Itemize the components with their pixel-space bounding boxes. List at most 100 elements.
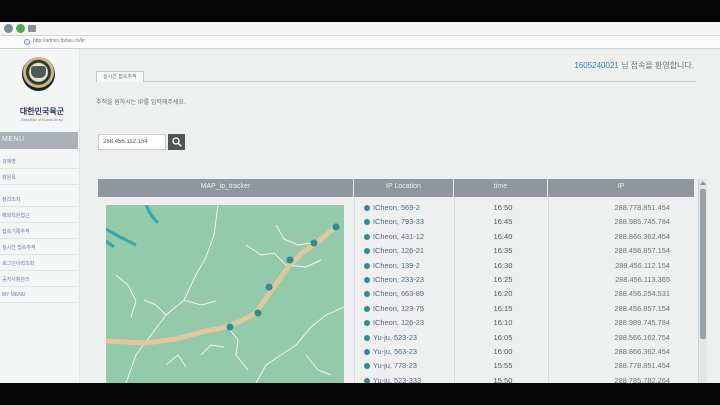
sidebar-item[interactable]: 공지사항관리 bbox=[0, 271, 78, 287]
time-cell: 16:30 bbox=[493, 260, 513, 270]
location-cell[interactable]: ICheon, 233-23 bbox=[364, 273, 454, 287]
ip-cell: 288.866.362.454 bbox=[614, 231, 670, 241]
time-cell: 15:50 bbox=[493, 375, 513, 383]
sidebar: 대한민국육군 Republic of Korea Army MENU 과제명 회… bbox=[0, 49, 80, 383]
map-marker-icon[interactable] bbox=[286, 256, 294, 264]
sidebar-item[interactable]: 정리조치 bbox=[0, 191, 78, 207]
location-cell[interactable]: ICheon, 126-21 bbox=[364, 244, 454, 258]
sidebar-item[interactable]: 회원목 bbox=[0, 169, 78, 185]
location-dot-icon bbox=[364, 248, 370, 255]
table-header: MAP_ip_tracker IP Location time IP bbox=[98, 179, 694, 197]
location-text: Yu-ju, 563-23 bbox=[373, 346, 417, 356]
time-cell: 16:40 bbox=[493, 231, 513, 241]
forward-icon[interactable] bbox=[16, 24, 25, 33]
map-marker-icon[interactable] bbox=[254, 309, 262, 317]
location-dot-icon bbox=[364, 262, 370, 269]
welcome-text: 님 접속을 환영합니다. bbox=[618, 61, 694, 70]
url-text[interactable]: http://admin.fbdas.co/kr bbox=[33, 38, 85, 44]
location-dot-icon bbox=[364, 205, 370, 211]
scroll-thumb[interactable] bbox=[700, 189, 706, 339]
search-icon bbox=[172, 137, 182, 147]
map-marker-icon[interactable] bbox=[310, 239, 318, 247]
sidebar-item[interactable]: 과제명 bbox=[0, 153, 78, 169]
location-cell[interactable]: Yu-ju, 563-23 bbox=[364, 345, 454, 359]
browser-toolbar bbox=[0, 22, 720, 36]
ip-cell: 288.456.857.154 bbox=[614, 246, 670, 256]
location-text: Yu-ju, 773-23 bbox=[373, 361, 417, 371]
ip-column: 288.778.851.454 288.985.745.784 288.866.36… bbox=[570, 201, 670, 383]
letterbox-bottom bbox=[0, 383, 720, 405]
home-icon[interactable] bbox=[28, 25, 36, 32]
sidebar-item-my-menu[interactable]: MY MENU bbox=[0, 287, 78, 303]
map-marker-icon[interactable] bbox=[265, 283, 273, 291]
user-id-link[interactable]: 1605240021 bbox=[574, 61, 619, 70]
emblem-shield-icon bbox=[31, 66, 46, 78]
map-canvas bbox=[106, 205, 344, 383]
back-icon[interactable] bbox=[4, 24, 13, 33]
ip-cell: 288.989.745.784 bbox=[614, 318, 670, 328]
ip-cell: 288.866.362.454 bbox=[614, 346, 670, 356]
tab-bar: 실시간 접속추적 bbox=[96, 71, 696, 82]
time-cell: 16:20 bbox=[493, 289, 513, 299]
ip-cell: 288.566.162.754 bbox=[614, 332, 670, 342]
location-text: ICheon, 126-21 bbox=[373, 246, 424, 256]
location-cell[interactable]: ICheon, 569-2 bbox=[364, 201, 454, 215]
location-cell[interactable]: Yu-ju, 523-333 bbox=[364, 374, 454, 383]
location-dot-icon bbox=[364, 320, 370, 327]
location-text: Yu-ju, 523-333 bbox=[373, 375, 422, 383]
column-divider bbox=[548, 197, 549, 383]
location-column: ICheon, 569-2 ICheon, 793-33 ICheon, 431-1… bbox=[364, 201, 454, 383]
time-cell: 16:00 bbox=[493, 346, 513, 356]
address-bar[interactable]: http://admin.fbdas.co/kr bbox=[0, 36, 720, 49]
location-cell[interactable]: Yu-ju, 523-23 bbox=[364, 331, 454, 345]
time-cell: 16:50 bbox=[493, 203, 513, 212]
sidebar-item-realtime-tracking[interactable]: 실시간 접속추적 bbox=[0, 239, 78, 255]
location-cell[interactable]: ICheon, 126-23 bbox=[364, 316, 454, 330]
column-header-ip: IP bbox=[617, 183, 625, 190]
search-instruction: 추적을 원하시는 IP를 입력해주세요. bbox=[96, 100, 186, 106]
ip-cell: 288.456.112.154 bbox=[615, 260, 670, 270]
column-header-time: time bbox=[454, 179, 548, 197]
map-marker-icon[interactable] bbox=[332, 223, 340, 231]
time-column: 16:50 16:45 16:40 16:35 16:30 16:25 16:20 16:15… bbox=[476, 201, 530, 383]
location-cell[interactable]: ICheon, 663-89 bbox=[364, 287, 454, 301]
welcome-message: 1605240021 님 접속을 환영합니다. bbox=[574, 60, 694, 71]
location-dot-icon bbox=[364, 291, 370, 298]
location-cell[interactable]: ICheon, 431-12 bbox=[364, 230, 454, 244]
letterbox-top bbox=[0, 0, 720, 22]
scroll-up-icon[interactable] bbox=[700, 181, 706, 185]
globe-icon bbox=[24, 39, 30, 45]
brand-subtitle: Republic of Korea Army bbox=[20, 117, 64, 122]
menu-header: MENU bbox=[0, 132, 78, 149]
ip-cell: 288.785.782.264 bbox=[614, 375, 670, 383]
sidebar-item[interactable]: 해외직원접근 bbox=[0, 207, 78, 223]
location-text: Yu-ju, 523-23 bbox=[373, 332, 417, 342]
location-cell[interactable]: ICheon, 123-75 bbox=[364, 302, 454, 316]
location-dot-icon bbox=[364, 219, 370, 226]
map-marker-icon[interactable] bbox=[226, 323, 234, 331]
column-divider bbox=[454, 197, 455, 383]
location-text: ICheon, 663-89 bbox=[373, 289, 424, 299]
search-button[interactable] bbox=[168, 134, 185, 150]
ip-cell: 288.456.857.154 bbox=[614, 303, 670, 313]
location-cell[interactable]: Yu-ju, 773-23 bbox=[364, 359, 454, 373]
table-scrollbar[interactable] bbox=[698, 179, 707, 383]
location-cell[interactable]: ICheon, 793-33 bbox=[364, 215, 454, 229]
time-cell: 16:05 bbox=[493, 332, 513, 342]
location-text: ICheon, 139-2 bbox=[373, 260, 420, 270]
location-cell[interactable]: ICheon, 139-2 bbox=[364, 259, 454, 273]
sidebar-item[interactable]: 로그인이력조회 bbox=[0, 255, 78, 271]
time-cell: 16:15 bbox=[493, 303, 513, 313]
location-dot-icon bbox=[364, 334, 370, 341]
location-text: ICheon, 431-12 bbox=[373, 231, 424, 241]
ip-tracker-map[interactable] bbox=[106, 205, 344, 383]
sidebar-item[interactable]: 접속기록추적 bbox=[0, 223, 78, 239]
column-header-map: MAP_ip_tracker bbox=[98, 179, 354, 197]
column-header-location: IP Location bbox=[354, 179, 454, 197]
location-text: ICheon, 126-23 bbox=[373, 318, 424, 328]
tab-realtime-tracking[interactable]: 실시간 접속추적 bbox=[96, 71, 144, 82]
location-dot-icon bbox=[364, 276, 370, 283]
time-cell: 16:10 bbox=[493, 318, 513, 328]
location-text: ICheon, 233-23 bbox=[373, 274, 424, 284]
ip-search-input[interactable] bbox=[98, 134, 166, 150]
